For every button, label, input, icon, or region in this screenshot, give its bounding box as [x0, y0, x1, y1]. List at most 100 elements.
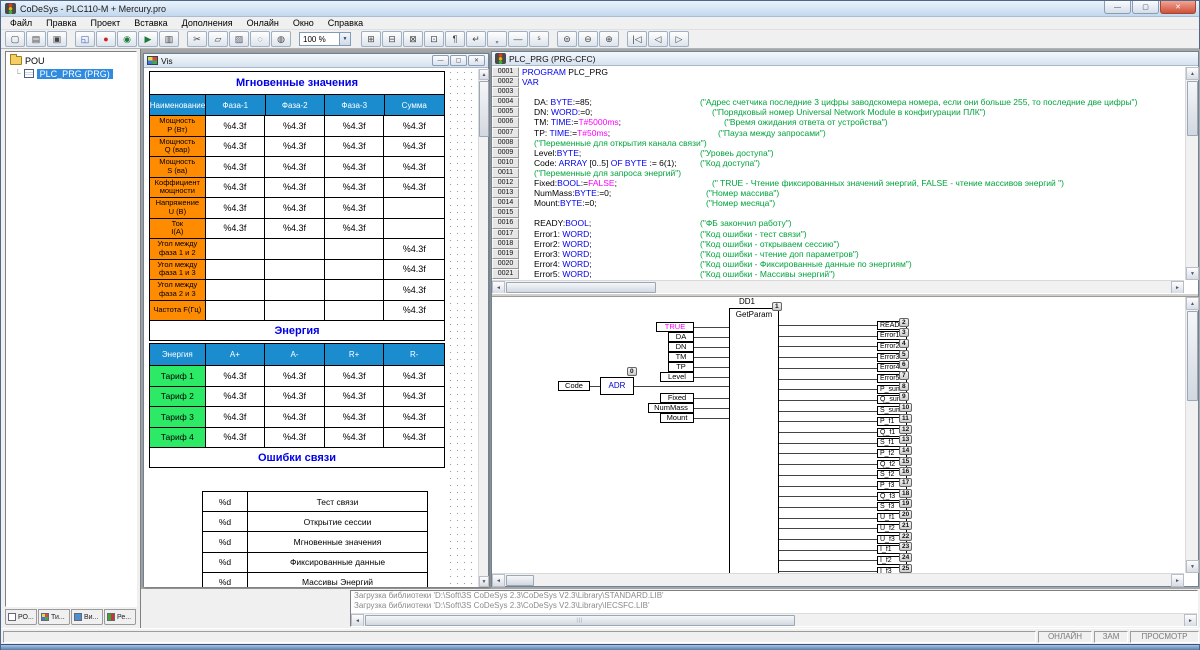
menu-Окно[interactable]: Окно: [286, 18, 321, 28]
pou-tree[interactable]: POU └PLC_PRG (PRG): [5, 51, 137, 607]
input-Mount[interactable]: Mount: [660, 413, 694, 423]
order-after-icon[interactable]: ⊕: [599, 31, 619, 47]
code-line[interactable]: 0002VAR: [492, 77, 1184, 87]
cfc-jump-icon[interactable]: ⊡: [424, 31, 444, 47]
cfc-label-icon[interactable]: ¶: [445, 31, 465, 47]
code-line[interactable]: 0001PROGRAM PLC_PRG: [492, 67, 1184, 77]
download-plc-icon[interactable]: ◱: [75, 31, 95, 47]
tree-root[interactable]: POU: [6, 54, 136, 67]
code-line[interactable]: 0008("Переменные для открытия канала свя…: [492, 138, 1184, 148]
adr-block[interactable]: ADR: [600, 377, 634, 395]
new-file-icon[interactable]: ▢: [5, 31, 25, 47]
run-icon[interactable]: ▶: [138, 31, 158, 47]
scroll-down-icon[interactable]: ▼: [479, 576, 489, 587]
code-line[interactable]: 0005DN: WORD:=0;("Порядковый номер Unive…: [492, 107, 1184, 117]
input-TRUE[interactable]: TRUE: [656, 322, 694, 332]
code-line[interactable]: 0011("Переменные для запроса энергий"): [492, 168, 1184, 178]
cfc-vscrollbar[interactable]: ▲ ▼: [1185, 297, 1198, 573]
scroll-up-icon[interactable]: ▲: [1186, 67, 1199, 80]
order-topdown-icon[interactable]: ⊜: [557, 31, 577, 47]
code-line[interactable]: 0012Fixed:BOOL:=FALSE;(" TRUE - Чтение ф…: [492, 178, 1184, 188]
menu-Онлайн[interactable]: Онлайн: [240, 18, 286, 28]
print-icon[interactable]: ▥: [159, 31, 179, 47]
input-code[interactable]: Code: [558, 381, 590, 391]
scroll-right-icon[interactable]: ►: [1171, 574, 1184, 587]
code-line[interactable]: 0009Level:BYTE;("Уровеь доступа"): [492, 148, 1184, 158]
paste-icon[interactable]: ▨: [229, 31, 249, 47]
maximize-button[interactable]: ▢: [1132, 1, 1159, 14]
cfc-hscrollbar[interactable]: ◄ ►: [492, 573, 1184, 586]
code-line[interactable]: 0017Error1: WORD;("Код ошибки - тест свя…: [492, 229, 1184, 239]
code-line[interactable]: 0010Code: ARRAY [0..5] OF BYTE := 6(1);(…: [492, 158, 1184, 168]
open-file-icon[interactable]: ▤: [26, 31, 46, 47]
scroll-thumb[interactable]: [1187, 311, 1198, 401]
log-hscrollbar[interactable]: ◄ ►: [351, 613, 1197, 626]
find-next-icon[interactable]: ◍: [271, 31, 291, 47]
menu-Справка[interactable]: Справка: [321, 18, 370, 28]
find-icon[interactable]: ◌: [250, 31, 270, 47]
code-line[interactable]: 0007TP: TIME:=T#50ms;("Пауза между запро…: [492, 128, 1184, 138]
stop-icon[interactable]: ●: [96, 31, 116, 47]
code-line[interactable]: 0016READY:BOOL;("ФБ закончил работу"): [492, 218, 1184, 228]
code-line[interactable]: 0013NumMass:BYTE:=0;("Номер массива"): [492, 188, 1184, 198]
tab-Ре...[interactable]: Ре...: [104, 609, 136, 625]
code-line[interactable]: 0021Error5: WORD;("Код ошибки - Массивы …: [492, 269, 1184, 279]
cut-icon[interactable]: ✂: [187, 31, 207, 47]
input-Fixed[interactable]: Fixed: [660, 393, 694, 403]
input-Level[interactable]: Level: [660, 372, 694, 382]
tree-item[interactable]: └PLC_PRG (PRG): [6, 67, 136, 80]
scroll-thumb[interactable]: [1187, 81, 1198, 136]
scroll-left-icon[interactable]: ◄: [351, 614, 364, 627]
save-file-icon[interactable]: ▣: [47, 31, 67, 47]
editor-titlebar[interactable]: PLC_PRG (PRG-CFC): [492, 52, 1198, 66]
scroll-down-icon[interactable]: ▼: [1186, 560, 1199, 573]
vis-titlebar[interactable]: Vis — ▢ ✕: [144, 54, 488, 68]
message-log[interactable]: Загрузка библиотеки 'D:\Soft\3S CoDeSys …: [350, 590, 1198, 627]
code-line[interactable]: 0018Error2: WORD;("Код ошибки - открывае…: [492, 239, 1184, 249]
code-line[interactable]: 0014Mount:BYTE:=0;("Номер месяца"): [492, 198, 1184, 208]
menu-Вставка[interactable]: Вставка: [127, 18, 174, 28]
code-line[interactable]: 0020Error4: WORD;("Код ошибки - Фиксиров…: [492, 259, 1184, 269]
cfc-input-icon[interactable]: ⊟: [382, 31, 402, 47]
input-DN[interactable]: DN: [668, 342, 694, 352]
declaration-editor[interactable]: 0001PROGRAM PLC_PRG0002VAR00030004DA: BY…: [492, 67, 1184, 280]
code-line[interactable]: 0006TM: TIME:=T#5000ms;("Время ожидания …: [492, 117, 1184, 127]
code-line[interactable]: 0004DA: BYTE:=85;("Адрес счетчика послед…: [492, 97, 1184, 107]
tab-Ви...[interactable]: Ви...: [71, 609, 103, 625]
nav-next-icon[interactable]: ▷: [669, 31, 689, 47]
vis-window[interactable]: Vis — ▢ ✕ Мгновенные значения Наименован…: [143, 53, 489, 587]
menu-Файл[interactable]: Файл: [3, 18, 39, 28]
cfc-output-icon[interactable]: ⊠: [403, 31, 423, 47]
scroll-up-icon[interactable]: ▲: [1186, 297, 1199, 310]
tab-Ти...[interactable]: Ти...: [38, 609, 70, 625]
zoom-select[interactable]: 100 %▼: [299, 32, 351, 46]
minimize-button[interactable]: —: [1104, 1, 1131, 14]
scroll-right-icon[interactable]: ►: [1184, 614, 1197, 627]
scroll-down-icon[interactable]: ▼: [1186, 267, 1199, 280]
menu-Правка[interactable]: Правка: [39, 18, 83, 28]
tab-РО...[interactable]: РО...: [5, 609, 37, 625]
vis-vscrollbar[interactable]: ▲ ▼: [478, 69, 488, 587]
vis-minimize-button[interactable]: —: [432, 55, 449, 66]
copy-icon[interactable]: ▱: [208, 31, 228, 47]
cfc-comment-icon[interactable]: „: [487, 31, 507, 47]
code-line[interactable]: 0003: [492, 87, 1184, 97]
nav-prev-icon[interactable]: ◁: [648, 31, 668, 47]
vis-close-button[interactable]: ✕: [468, 55, 485, 66]
scroll-thumb[interactable]: [506, 282, 656, 293]
close-button[interactable]: ✕: [1160, 1, 1196, 14]
scroll-left-icon[interactable]: ◄: [492, 574, 505, 587]
cfc-set-icon[interactable]: ˢ: [529, 31, 549, 47]
menu-Проект[interactable]: Проект: [84, 18, 128, 28]
cfc-editor[interactable]: DD1GetParam1TRUEDADNTMTPLevelCodeADR0Fix…: [492, 297, 1184, 573]
cfc-connect-icon[interactable]: —: [508, 31, 528, 47]
scroll-thumb[interactable]: [506, 575, 534, 586]
login-icon[interactable]: ◉: [117, 31, 137, 47]
vis-canvas[interactable]: Мгновенные значения НаименованиеФаза-1Фа…: [144, 69, 478, 587]
input-DA[interactable]: DA: [668, 332, 694, 342]
input-TM[interactable]: TM: [668, 352, 694, 362]
vis-maximize-button[interactable]: ▢: [450, 55, 467, 66]
order-before-icon[interactable]: ⊖: [578, 31, 598, 47]
getparam-block[interactable]: GetParam: [729, 308, 779, 573]
scroll-thumb[interactable]: [479, 81, 489, 137]
